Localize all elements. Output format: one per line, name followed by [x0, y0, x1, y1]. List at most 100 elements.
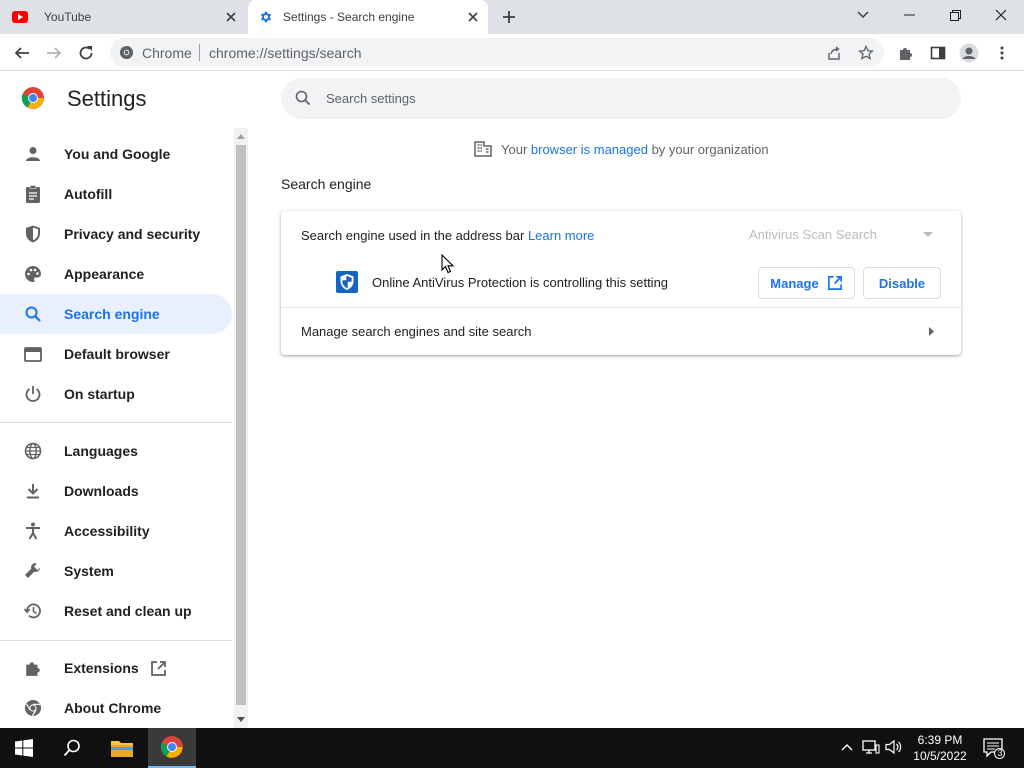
clock-time: 6:39 PM: [917, 733, 963, 747]
search-engine-label: Search engine used in the address bar: [301, 228, 528, 243]
sidebar-item-default-browser[interactable]: Default browser: [0, 334, 232, 374]
back-button[interactable]: [9, 40, 35, 66]
new-tab-button[interactable]: [498, 6, 520, 28]
gear-icon: [258, 9, 274, 25]
sidebar-item-on-startup[interactable]: On startup: [0, 374, 232, 414]
reload-button[interactable]: [73, 40, 99, 66]
side-panel-icon[interactable]: [925, 40, 951, 66]
palette-icon: [24, 265, 42, 283]
globe-icon: [24, 442, 42, 460]
sidebar-item-label: You and Google: [64, 146, 171, 162]
restore-button[interactable]: [942, 4, 968, 26]
search-engine-dropdown[interactable]: Antivirus Scan Search: [749, 225, 941, 245]
managed-link[interactable]: browser is managed: [531, 142, 648, 157]
scroll-down-arrow-icon[interactable]: [236, 714, 246, 724]
sidebar-item-appearance[interactable]: Appearance: [0, 254, 232, 294]
search-engine-row: Search engine used in the address bar Le…: [301, 228, 594, 243]
extensions-puzzle-icon[interactable]: [893, 40, 919, 66]
managed-prefix: Your: [501, 141, 531, 157]
sidebar-divider: [0, 640, 232, 641]
more-menu-icon[interactable]: [989, 40, 1015, 66]
sidebar-item-search-engine[interactable]: Search engine: [0, 294, 232, 334]
sidebar-item-you-and-google[interactable]: You and Google: [0, 134, 232, 174]
tab-search-icon[interactable]: [850, 4, 876, 26]
close-window-button[interactable]: [988, 4, 1014, 26]
history-icon: [24, 602, 42, 620]
network-icon[interactable]: [862, 738, 880, 756]
url-text[interactable]: chrome://settings/search: [209, 45, 362, 61]
taskbar-clock[interactable]: 6:39 PM 10/5/2022: [910, 732, 970, 764]
volume-icon[interactable]: [885, 738, 903, 756]
open-in-new-icon: [827, 275, 843, 291]
site-chip: Chrome: [142, 45, 192, 61]
search-placeholder: Search settings: [326, 91, 416, 106]
mouse-cursor-icon: [441, 253, 455, 274]
share-icon[interactable]: [824, 43, 844, 63]
start-button[interactable]: [0, 728, 48, 768]
manage-button[interactable]: Manage: [758, 267, 855, 299]
sidebar-item-autofill[interactable]: Autofill: [0, 174, 232, 214]
sidebar-item-accessibility[interactable]: Accessibility: [0, 511, 232, 551]
taskbar-chrome-icon[interactable]: [148, 728, 196, 768]
forward-button[interactable]: [41, 40, 67, 66]
manage-search-engines-row[interactable]: Manage search engines and site search: [301, 324, 532, 339]
clipboard-icon: [24, 185, 42, 203]
close-icon[interactable]: [464, 8, 482, 26]
shield-icon: [24, 225, 42, 243]
notification-count: 3: [997, 748, 1003, 758]
sidebar-divider: [0, 422, 232, 423]
open-in-new-icon: [150, 660, 167, 677]
learn-more-link[interactable]: Learn more: [528, 228, 594, 243]
sidebar-item-label: Autofill: [64, 186, 113, 202]
arrow-right-icon[interactable]: [927, 326, 935, 336]
profile-avatar-icon[interactable]: [956, 40, 982, 66]
sidebar-item-downloads[interactable]: Downloads: [0, 471, 232, 511]
sidebar-item-label: On startup: [64, 386, 135, 402]
settings-search-input[interactable]: Search settings: [281, 78, 961, 119]
address-bar[interactable]: Chrome chrome://settings/search: [110, 38, 884, 67]
card-divider: [281, 307, 961, 308]
sidebar-scrollbar-thumb[interactable]: [236, 145, 246, 705]
dropdown-value: Antivirus Scan Search: [749, 227, 877, 242]
sidebar-item-about-chrome[interactable]: About Chrome: [0, 688, 232, 728]
minimize-button[interactable]: [896, 4, 922, 26]
tab-strip: YouTube Settings - Search engine: [0, 0, 1024, 34]
sidebar-item-label: Accessibility: [64, 523, 150, 539]
scroll-up-arrow-icon[interactable]: [236, 131, 246, 141]
notification-center-icon[interactable]: 3: [983, 737, 1005, 759]
person-icon: [24, 145, 42, 163]
sidebar-item-label: Extensions: [64, 660, 139, 676]
sidebar-item-label: System: [64, 563, 114, 579]
taskbar-search-icon[interactable]: [48, 728, 96, 768]
bookmark-star-icon[interactable]: [856, 43, 876, 63]
search-engine-card: Search engine used in the address bar Le…: [281, 211, 961, 355]
managed-notice: Your browser is managed by your organiza…: [474, 139, 769, 159]
tab-settings[interactable]: Settings - Search engine: [248, 0, 488, 34]
tray-chevron-icon[interactable]: [838, 738, 856, 756]
tab-title: Settings - Search engine: [283, 10, 415, 24]
sidebar-item-languages[interactable]: Languages: [0, 431, 232, 471]
section-title: Search engine: [281, 176, 372, 192]
sidebar-item-label: Languages: [64, 443, 138, 459]
close-icon[interactable]: [222, 8, 240, 26]
sidebar-item-reset[interactable]: Reset and clean up: [0, 591, 232, 631]
search-icon: [295, 90, 313, 108]
sidebar-item-label: Appearance: [64, 266, 145, 282]
chrome-icon: [24, 699, 42, 717]
sidebar-item-system[interactable]: System: [0, 551, 232, 591]
file-explorer-icon[interactable]: [98, 728, 146, 768]
extension-control-text: Online AntiVirus Protection is controlli…: [372, 275, 669, 290]
disable-button[interactable]: Disable: [863, 267, 941, 299]
managed-suffix: by your organization: [647, 141, 769, 157]
page-title: Settings: [67, 86, 147, 111]
sidebar-item-label: Search engine: [64, 306, 160, 322]
sidebar-item-label: Privacy and security: [64, 226, 201, 242]
manage-button-label: Manage: [770, 275, 819, 291]
browser-icon: [24, 345, 42, 363]
sidebar-item-privacy[interactable]: Privacy and security: [0, 214, 232, 254]
wrench-icon: [24, 562, 42, 580]
sidebar-item-extensions[interactable]: Extensions: [0, 648, 232, 688]
tab-title: YouTube: [44, 10, 92, 24]
toolbar: Chrome chrome://settings/search: [0, 34, 1024, 71]
tab-youtube[interactable]: YouTube: [0, 0, 246, 34]
